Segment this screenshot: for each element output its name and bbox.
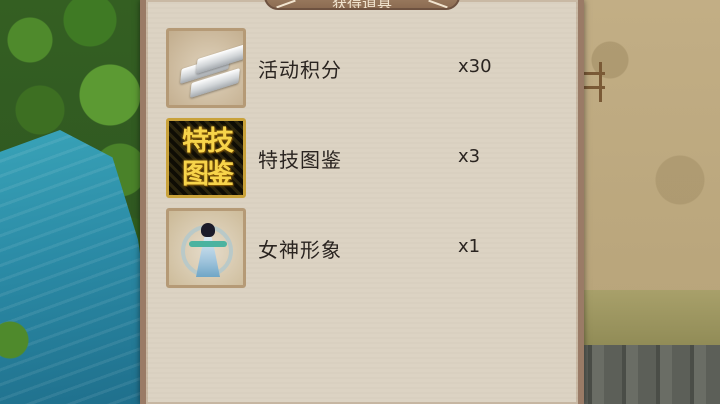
reward-panel: 获得道具 活动积分 x30 特技图鉴 特技图鉴 x3 女神形象 x1	[140, 0, 584, 404]
silver-ingot-icon[interactable]	[166, 28, 246, 108]
skill-book-icon-text: 特技图鉴	[182, 126, 234, 190]
goddess-avatar-icon[interactable]	[166, 208, 246, 288]
item-name: 特技图鉴	[258, 148, 342, 172]
item-name: 活动积分	[258, 58, 342, 82]
rock-wall	[570, 345, 720, 404]
item-quantity: x1	[458, 236, 481, 257]
panel-title: 获得道具	[264, 0, 460, 10]
bush	[0, 310, 30, 370]
sand-terrain	[570, 0, 720, 300]
reward-item[interactable]: 特技图鉴 特技图鉴 x3	[166, 118, 566, 198]
skill-book-icon[interactable]: 特技图鉴	[166, 118, 246, 198]
item-quantity: x3	[458, 146, 481, 167]
grass-terrain	[570, 290, 720, 350]
reward-item[interactable]: 女神形象 x1	[166, 208, 566, 288]
reward-item[interactable]: 活动积分 x30	[166, 28, 566, 108]
item-name: 女神形象	[258, 238, 342, 262]
item-quantity: x30	[458, 56, 492, 77]
